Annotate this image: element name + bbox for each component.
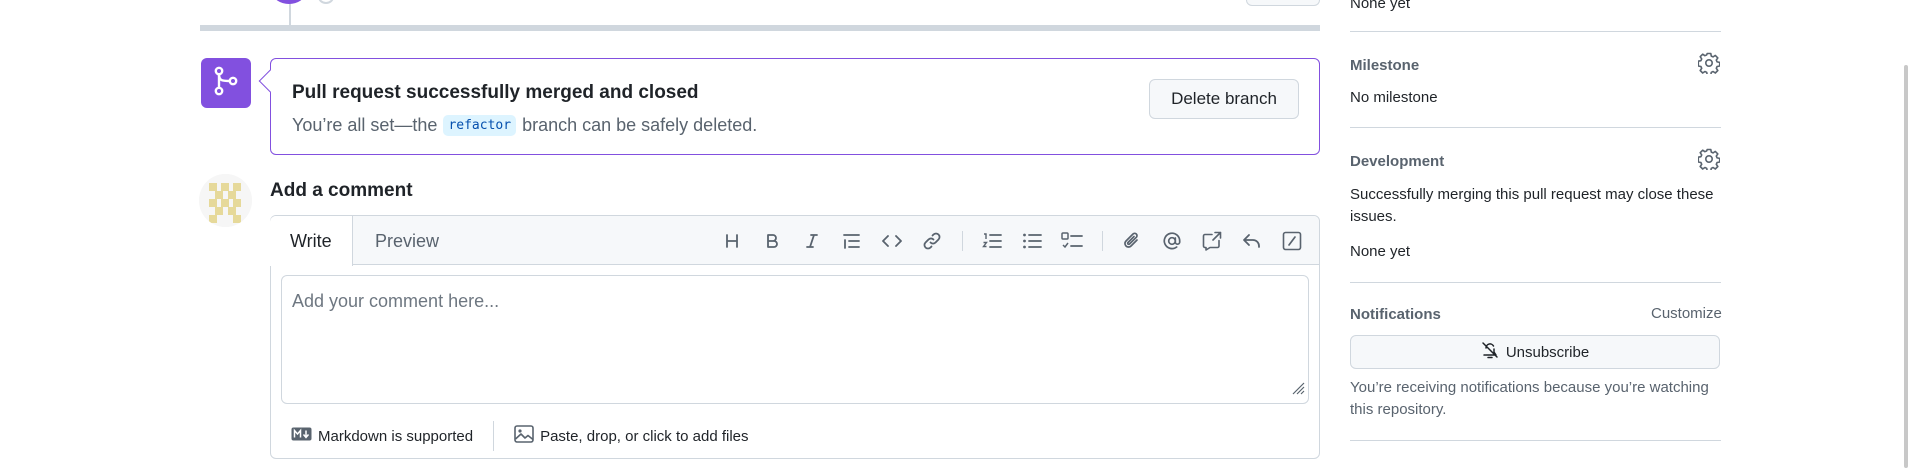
milestone-label[interactable]: Milestone (1350, 57, 1722, 74)
merge-status-title: Pull request successfully merged and clo… (292, 82, 699, 103)
page-scrollbar[interactable] (1904, 65, 1908, 468)
markdown-note: Markdown is supported (318, 427, 474, 445)
sidebar-divider (1350, 127, 1721, 128)
attach-icon[interactable] (1120, 229, 1144, 253)
comment-placeholder: Add your comment here... (292, 291, 500, 311)
avatar[interactable] (199, 174, 252, 227)
sidebar-divider (1350, 282, 1721, 283)
merge-status-subtitle: You’re all set—the refactor branch can b… (292, 115, 757, 136)
task-list-icon[interactable] (1060, 229, 1084, 253)
subtitle-suffix: branch can be safely deleted. (522, 115, 758, 135)
resize-handle-icon[interactable] (1288, 378, 1306, 401)
git-merge-icon (213, 66, 239, 101)
add-files-button[interactable]: Paste, drop, or click to add files (514, 425, 749, 447)
comment-editor: Write Preview Add your comment here... M… (270, 215, 1320, 459)
reply-icon[interactable] (1240, 229, 1264, 253)
image-icon (514, 425, 534, 447)
unordered-list-icon[interactable] (1020, 229, 1044, 253)
merge-status-box: Pull request successfully merged and clo… (258, 58, 1320, 155)
italic-icon[interactable] (800, 229, 824, 253)
notifications-note: You’re receiving notifications because y… (1350, 379, 1709, 418)
add-comment-heading: Add a comment (270, 180, 413, 201)
milestone-value: No milestone (1350, 89, 1438, 106)
timeline-line (289, 0, 291, 27)
unsubscribe-button[interactable]: Unsubscribe (1350, 335, 1720, 369)
sidebar-divider (1350, 31, 1721, 32)
cross-reference-icon[interactable] (1200, 229, 1224, 253)
ordered-list-icon[interactable] (980, 229, 1004, 253)
customize-notifications-link[interactable]: Customize (1651, 305, 1722, 322)
milestone-gear-icon[interactable] (1697, 52, 1721, 76)
development-description: Successfully merging this pull request m… (1350, 186, 1714, 225)
editor-tabs-bar: Write Preview (270, 216, 1319, 266)
branch-name: refactor (443, 115, 517, 136)
quote-icon[interactable] (840, 229, 864, 253)
sidebar-divider (1350, 440, 1721, 441)
slash-commands-icon[interactable] (1280, 229, 1304, 253)
editor-footer: Markdown is supported Paste, drop, or cl… (291, 421, 749, 451)
timeline-action-button[interactable] (1246, 0, 1320, 6)
timeline-event-badge (273, 0, 305, 4)
development-label[interactable]: Development (1350, 153, 1722, 170)
link-icon[interactable] (920, 229, 944, 253)
sidebar-top-value: None yet (1350, 0, 1411, 12)
timeline-event-dot (318, 0, 334, 4)
code-icon[interactable] (880, 229, 904, 253)
timeline-end-bar (200, 25, 1320, 31)
toolbar-separator (1102, 231, 1103, 251)
formatting-toolbar (271, 229, 1319, 253)
unsubscribe-label: Unsubscribe (1505, 343, 1590, 361)
footer-separator (493, 421, 495, 451)
toolbar-separator (962, 231, 963, 251)
bell-slash-icon (1481, 341, 1499, 363)
markdown-support-link[interactable]: Markdown is supported (291, 427, 473, 445)
bold-icon[interactable] (760, 229, 784, 253)
delete-branch-button[interactable]: Delete branch (1149, 79, 1299, 119)
development-gear-icon[interactable] (1697, 148, 1721, 172)
development-value: None yet (1350, 243, 1411, 260)
subtitle-prefix: You’re all set—the (292, 115, 438, 135)
comment-textarea[interactable]: Add your comment here... (281, 275, 1309, 404)
comment-caret (258, 69, 282, 93)
mention-icon[interactable] (1160, 229, 1184, 253)
markdown-icon (291, 427, 312, 445)
files-note: Paste, drop, or click to add files (540, 427, 749, 445)
merged-badge (201, 58, 251, 108)
heading-icon[interactable] (720, 229, 744, 253)
